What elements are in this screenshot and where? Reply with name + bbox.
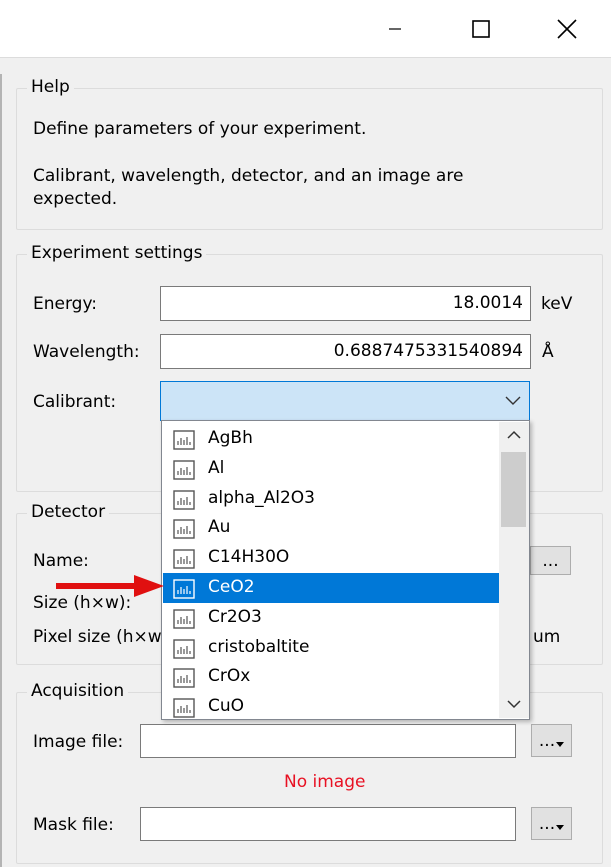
no-image-status: No image — [284, 772, 366, 792]
mask-file-label: Mask file: — [33, 815, 114, 835]
close-icon — [557, 18, 577, 39]
wavelength-input[interactable]: 0.6887475331540894 — [160, 334, 531, 369]
help-title: Help — [27, 77, 74, 97]
calibrant-label: Calibrant: — [33, 392, 117, 412]
calibrant-icon — [173, 430, 195, 450]
calibrant-icon — [173, 489, 195, 510]
calibrant-icon — [173, 549, 195, 569]
calibrant-icon — [173, 609, 195, 629]
calibrant-icon — [173, 579, 195, 599]
calibrant-option[interactable]: Al — [163, 454, 499, 484]
detector-pixel-unit: um — [533, 627, 561, 647]
acquisition-title: Acquisition — [27, 681, 129, 701]
chevron-down-icon — [505, 396, 521, 405]
calibrant-dropdown-list[interactable]: AgBh Al alpha_Al2O3 Au C14H30O CeO2 Cr2O3 crist… — [161, 420, 530, 720]
energy-unit: keV — [541, 294, 573, 314]
calibrant-option-label: alpha_Al2O3 — [208, 487, 315, 508]
calibrant-option[interactable]: CeO2 — [163, 573, 499, 603]
mask-file-browse-button[interactable]: ... — [531, 807, 572, 840]
detector-pixel-size-label: Pixel size (h×w): — [33, 627, 175, 647]
energy-input[interactable]: 18.0014 — [160, 286, 531, 321]
scroll-up-icon[interactable] — [507, 430, 521, 440]
detector-title: Detector — [27, 502, 110, 522]
dropdown-arrow-icon — [556, 824, 565, 830]
image-file-browse-button[interactable]: ... — [531, 724, 572, 757]
calibrant-combobox[interactable] — [160, 381, 530, 421]
calibrant-option[interactable]: alpha_Al2O3 — [163, 484, 499, 514]
calibrant-option-label: Au — [208, 517, 231, 538]
calibrant-icon — [173, 460, 195, 480]
maximize-button[interactable] — [438, 0, 524, 57]
help-text-2: Calibrant, wavelength, detector, and an … — [33, 166, 464, 186]
calibrant-option-label: Cr2O3 — [208, 606, 262, 627]
calibrant-option[interactable]: cristobaltite — [163, 633, 499, 663]
calibrant-option-label: C14H30O — [208, 547, 290, 568]
mask-file-input[interactable] — [140, 807, 516, 841]
calibrant-option[interactable]: Au — [163, 513, 499, 543]
calibrant-option[interactable]: Cr2O3 — [163, 603, 499, 633]
help-text-1: Define parameters of your experiment. — [33, 119, 367, 139]
calibrant-option-label: Al — [208, 457, 225, 478]
calibrant-option-label: cristobaltite — [208, 636, 310, 657]
help-text-3: expected. — [33, 189, 118, 209]
calibrant-option[interactable]: CuO — [163, 692, 499, 719]
calibrant-option-label: CrOx — [208, 666, 251, 687]
scroll-down-icon[interactable] — [507, 699, 521, 709]
title-bar — [0, 0, 611, 58]
energy-label: Energy: — [33, 294, 98, 314]
annotation-arrow-icon — [56, 575, 164, 597]
wavelength-unit: Å — [542, 342, 554, 362]
calibrant-option-label: AgBh — [208, 428, 253, 448]
calibrant-icon — [173, 519, 195, 540]
image-file-browse-label: ... — [538, 730, 556, 751]
calibrant-option[interactable]: C14H30O — [163, 543, 499, 573]
dropdown-arrow-icon — [556, 741, 565, 747]
calibrant-icon — [173, 698, 195, 718]
wavelength-label: Wavelength: — [33, 342, 140, 362]
close-button[interactable] — [524, 0, 610, 57]
calibrant-option-label: CuO — [208, 696, 245, 717]
window-left-border — [0, 74, 2, 867]
scrollbar-thumb[interactable] — [501, 452, 526, 527]
detector-browse-label: ... — [542, 550, 559, 571]
calibrant-option[interactable]: CrOx — [163, 662, 499, 692]
detector-name-label: Name: — [33, 551, 89, 571]
image-file-input[interactable] — [140, 724, 516, 758]
minimize-icon — [389, 27, 401, 30]
detector-browse-button[interactable]: ... — [530, 546, 571, 575]
calibrant-option[interactable]: AgBh — [163, 424, 499, 454]
maximize-icon — [472, 19, 490, 38]
image-file-label: Image file: — [33, 732, 124, 752]
calibrant-icon — [173, 638, 195, 659]
minimize-button[interactable] — [352, 0, 438, 57]
dropdown-scrollbar[interactable] — [499, 422, 529, 718]
calibrant-option-label: CeO2 — [208, 577, 255, 597]
mask-file-browse-label: ... — [538, 813, 556, 834]
experiment-settings-title: Experiment settings — [27, 243, 207, 263]
calibrant-icon — [173, 668, 195, 689]
